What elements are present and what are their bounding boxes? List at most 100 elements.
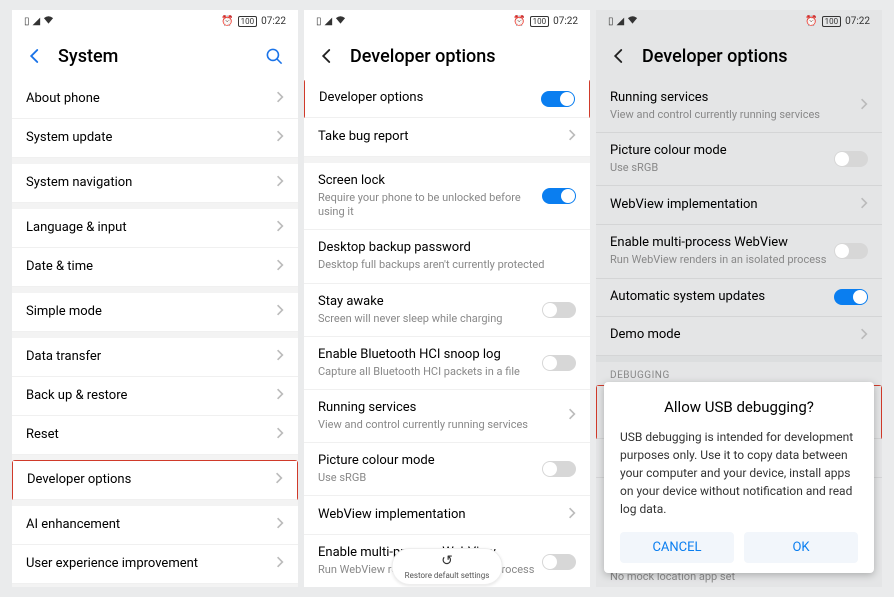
back-icon[interactable] xyxy=(610,47,628,65)
signal-icon: ◢ xyxy=(617,16,625,27)
item-desktop-backup[interactable]: Desktop backup passwordDesktop full back… xyxy=(304,230,590,283)
battery-icon: 100 xyxy=(530,16,550,27)
header: Developer options xyxy=(304,32,590,80)
highlight-devoptions-toggle: Developer options xyxy=(304,80,590,119)
alarm-icon: ⏰ xyxy=(805,16,817,27)
clock: 07:22 xyxy=(553,16,578,27)
status-bar: ▯◢ ⏰ 10007:22 xyxy=(304,10,590,32)
sim-icon: ▯ xyxy=(608,16,614,27)
divider xyxy=(12,584,298,587)
chevron-right-icon xyxy=(276,348,284,366)
chevron-right-icon xyxy=(276,90,284,108)
item-webview: WebView implementation xyxy=(596,186,882,225)
alarm-icon: ⏰ xyxy=(513,16,525,27)
item-date-time[interactable]: Date & time xyxy=(12,248,298,287)
search-icon[interactable] xyxy=(265,47,284,66)
item-auto-updates: Automatic system updates xyxy=(596,279,882,317)
dialog-body: USB debugging is intended for developmen… xyxy=(620,428,858,518)
item-bluetooth-hci[interactable]: Enable Bluetooth HCI snoop logCapture al… xyxy=(304,337,590,390)
clock: 07:22 xyxy=(845,16,870,27)
item-system-navigation[interactable]: System navigation xyxy=(12,164,298,203)
chevron-right-icon xyxy=(275,471,283,489)
item-bug-report[interactable]: Take bug report xyxy=(304,118,590,157)
toggle-on[interactable] xyxy=(542,188,576,204)
toggle-off xyxy=(834,151,868,167)
item-demo-mode: Demo mode xyxy=(596,317,882,356)
item-stay-awake[interactable]: Stay awakeScreen will never sleep while … xyxy=(304,284,590,337)
item-multiprocess-webview: Enable multi-process WebViewRun WebView … xyxy=(596,225,882,278)
toggle-off xyxy=(834,243,868,259)
toggle-off[interactable] xyxy=(542,355,576,371)
devoptions-list: Developer options Take bug report Screen… xyxy=(304,80,590,587)
item-picture-colour: Picture colour modeUse sRGB xyxy=(596,133,882,186)
restore-icon: ↺ xyxy=(441,553,453,569)
battery-icon: 100 xyxy=(822,16,842,27)
chevron-right-icon xyxy=(860,196,868,214)
item-running-services: Running servicesView and control current… xyxy=(596,80,882,133)
page-title: System xyxy=(58,46,251,67)
sim-icon: ▯ xyxy=(316,16,322,27)
alarm-icon: ⏰ xyxy=(221,16,233,27)
phone-developer-options: ▯◢ ⏰ 10007:22 Developer options Developer… xyxy=(304,10,590,587)
dialog-buttons: CANCEL OK xyxy=(620,532,858,563)
restore-defaults-button[interactable]: ↺ Restore default settings xyxy=(392,548,503,585)
chevron-right-icon xyxy=(276,174,284,192)
item-language-input[interactable]: Language & input xyxy=(12,209,298,248)
clock: 07:22 xyxy=(261,16,286,27)
back-icon[interactable] xyxy=(26,47,44,65)
chevron-right-icon xyxy=(276,219,284,237)
item-webview[interactable]: WebView implementation xyxy=(304,496,590,535)
toggle-on[interactable] xyxy=(541,91,575,107)
status-bar: ▯◢ ⏰ 10007:22 xyxy=(596,10,882,32)
chevron-right-icon xyxy=(276,258,284,276)
battery-icon: 100 xyxy=(238,16,258,27)
toggle-off[interactable] xyxy=(542,554,576,570)
signal-icon: ◢ xyxy=(325,16,333,27)
item-running-services[interactable]: Running servicesView and control current… xyxy=(304,390,590,443)
sim-icon: ▯ xyxy=(24,16,30,27)
cancel-button[interactable]: CANCEL xyxy=(620,532,734,563)
item-ai-enhancement[interactable]: AI enhancement xyxy=(12,506,298,545)
header: System xyxy=(12,32,298,80)
chevron-right-icon xyxy=(276,555,284,573)
page-title: Developer options xyxy=(642,46,868,67)
item-picture-colour[interactable]: Picture colour modeUse sRGB xyxy=(304,443,590,496)
chevron-right-icon xyxy=(276,303,284,321)
chevron-right-icon xyxy=(276,516,284,534)
item-reset[interactable]: Reset xyxy=(12,416,298,455)
dialog-title: Allow USB debugging? xyxy=(620,398,858,416)
toggle-off[interactable] xyxy=(542,461,576,477)
chevron-right-icon xyxy=(568,407,576,425)
header: Developer options xyxy=(596,32,882,80)
ok-button[interactable]: OK xyxy=(744,532,858,563)
page-title: Developer options xyxy=(350,46,576,67)
back-icon[interactable] xyxy=(318,47,336,65)
highlight-developer-options: Developer options xyxy=(12,460,298,501)
chevron-right-icon xyxy=(860,97,868,115)
item-simple-mode[interactable]: Simple mode xyxy=(12,293,298,332)
system-list: About phone System update System navigat… xyxy=(12,80,298,587)
usb-debugging-dialog: Allow USB debugging? USB debugging is in… xyxy=(604,382,874,573)
phone-system-settings: ▯ ◢ ⏰ 100 07:22 System About phone Syste… xyxy=(12,10,298,587)
item-developer-options[interactable]: Developer options xyxy=(13,461,297,500)
toggle-on xyxy=(834,289,868,305)
item-data-transfer[interactable]: Data transfer xyxy=(12,338,298,377)
status-bar: ▯ ◢ ⏰ 100 07:22 xyxy=(12,10,298,32)
item-user-experience[interactable]: User experience improvement xyxy=(12,545,298,584)
chevron-right-icon xyxy=(568,506,576,524)
wifi-icon xyxy=(335,15,346,27)
chevron-right-icon xyxy=(568,128,576,146)
chevron-right-icon xyxy=(276,387,284,405)
chevron-right-icon xyxy=(276,426,284,444)
item-screen-lock[interactable]: Screen lockRequire your phone to be unlo… xyxy=(304,163,590,230)
item-developer-options-toggle[interactable]: Developer options xyxy=(305,80,589,118)
item-about-phone[interactable]: About phone xyxy=(12,80,298,119)
wifi-icon xyxy=(43,15,54,27)
chevron-right-icon xyxy=(860,327,868,345)
signal-icon: ◢ xyxy=(33,16,41,27)
toggle-off[interactable] xyxy=(542,302,576,318)
item-system-update[interactable]: System update xyxy=(12,119,298,158)
item-backup-restore[interactable]: Back up & restore xyxy=(12,377,298,416)
phone-usb-debugging-dialog: ▯◢ ⏰ 10007:22 Developer options Running s… xyxy=(596,10,882,587)
chevron-right-icon xyxy=(276,129,284,147)
